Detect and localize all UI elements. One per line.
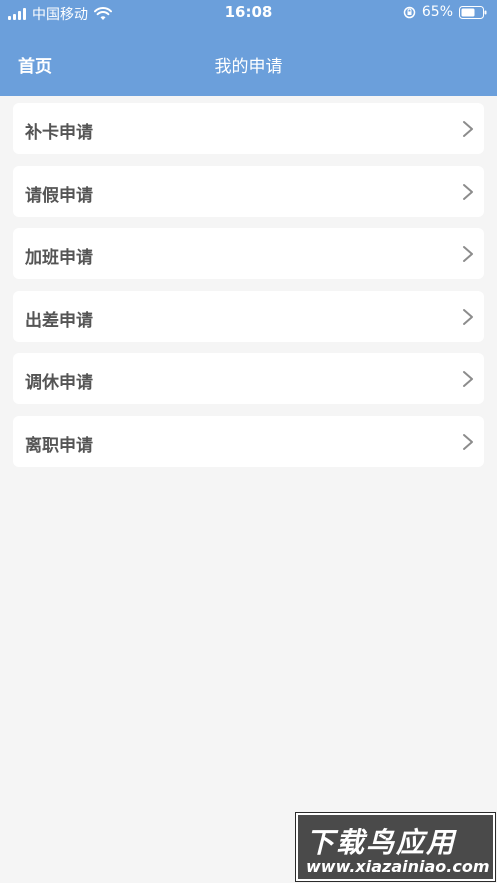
chevron-right-icon xyxy=(463,308,473,325)
watermark-logo: 下载鸟应用 www.xiazainiao.com xyxy=(295,812,496,882)
application-menu-list: 补卡申请 请假申请 加班申请 出差申请 调休申请 离职申请 xyxy=(13,103,484,478)
rotation-lock-icon xyxy=(403,6,416,18)
menu-item-label: 加班申请 xyxy=(25,248,93,268)
watermark-title: 下载鸟应用 xyxy=(306,826,457,859)
menu-item-label: 离职申请 xyxy=(25,435,93,456)
navigation-bar: 首页 我的申请 xyxy=(0,26,497,96)
battery-icon xyxy=(459,5,487,19)
chevron-right-icon xyxy=(463,371,473,387)
header: 中国移动 16:08 65% 首页 我的申请 xyxy=(0,0,497,96)
menu-item-leave[interactable]: 请假申请 xyxy=(13,165,484,217)
app-screen: 中国移动 16:08 65% 首页 我的申请 补卡申请 请假申请 加班申请 出差… xyxy=(0,0,497,883)
chevron-right-icon xyxy=(463,433,473,450)
menu-item-business-trip[interactable]: 出差申请 xyxy=(13,290,484,342)
menu-item-label: 补卡申请 xyxy=(25,123,93,143)
menu-item-label: 出差申请 xyxy=(25,310,93,331)
menu-item-card-replacement[interactable]: 补卡申请 xyxy=(13,103,484,154)
menu-item-time-off[interactable]: 调休申请 xyxy=(13,353,484,404)
menu-item-resignation[interactable]: 离职申请 xyxy=(13,415,484,467)
menu-item-label: 请假申请 xyxy=(25,185,93,206)
menu-item-label: 调休申请 xyxy=(25,373,93,393)
status-right: 65% xyxy=(403,4,487,20)
battery-percentage: 65% xyxy=(421,4,453,20)
menu-item-overtime[interactable]: 加班申请 xyxy=(13,228,484,279)
watermark-url: www.xiazainiao.com xyxy=(306,857,490,876)
chevron-right-icon xyxy=(463,183,473,200)
chevron-right-icon xyxy=(463,246,473,262)
status-bar: 中国移动 16:08 65% xyxy=(0,0,497,26)
page-title: 我的申请 xyxy=(214,57,283,77)
chevron-right-icon xyxy=(463,121,473,137)
